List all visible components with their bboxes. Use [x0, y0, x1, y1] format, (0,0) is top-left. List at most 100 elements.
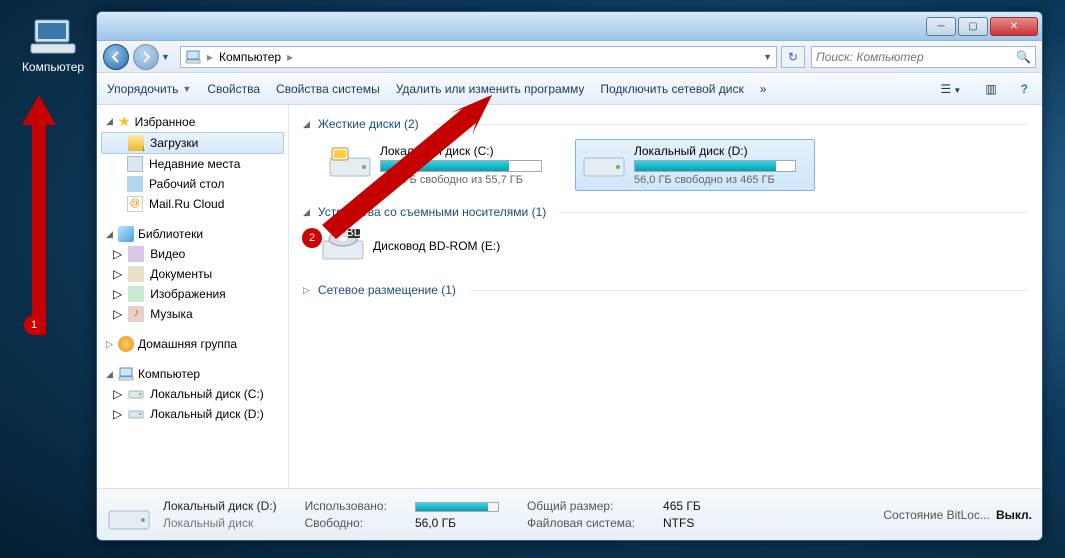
- status-bitlocker-v: Выкл.: [996, 508, 1032, 522]
- sidebar-item-recent[interactable]: Недавние места: [97, 154, 288, 174]
- music-icon: ♪: [128, 306, 144, 322]
- sidebar-item-mailru[interactable]: @Mail.Ru Cloud: [97, 194, 288, 214]
- status-free-v: 56,0 ГБ: [415, 516, 499, 530]
- breadcrumb-sep-icon[interactable]: ▸: [205, 50, 215, 64]
- computer-icon: [118, 366, 134, 382]
- status-total-v: 465 ГБ: [663, 499, 701, 513]
- pane-icon: ▥: [985, 82, 996, 96]
- status-fs-v: NTFS: [663, 516, 701, 530]
- status-bitlocker-k: Состояние BitLoc...: [883, 508, 990, 522]
- organize-button[interactable]: Упорядочить ▼: [107, 82, 191, 96]
- view-icon: ☰: [940, 82, 951, 96]
- section-removable[interactable]: ◢Устройства со съемными носителями (1): [303, 205, 1028, 219]
- drive-icon: [328, 144, 372, 182]
- section-network[interactable]: ▷Сетевое размещение (1): [303, 283, 1028, 297]
- view-options-button[interactable]: ☰ ▼: [936, 80, 965, 98]
- annotation-arrow-1: [22, 95, 56, 335]
- address-bar[interactable]: ▸ Компьютер ▸ ▼: [180, 46, 777, 68]
- recent-icon: [127, 156, 143, 172]
- properties-button[interactable]: Свойства: [207, 82, 260, 96]
- map-network-drive-button[interactable]: Подключить сетевой диск: [600, 82, 743, 96]
- titlebar: ─ ▢ ✕: [97, 12, 1042, 41]
- drive-icon: [128, 386, 144, 402]
- sidebar-item-documents[interactable]: ▷Документы: [97, 264, 288, 284]
- history-dropdown-icon[interactable]: ▼: [161, 52, 170, 62]
- toolbar: Упорядочить ▼ Свойства Свойства системы …: [97, 73, 1042, 105]
- sidebar-item-disk-c[interactable]: ▷Локальный диск (C:): [97, 384, 288, 404]
- chevron-down-icon: ▼: [182, 84, 191, 94]
- annotation-badge-1: 1: [24, 315, 44, 335]
- bdrom-drive[interactable]: BD Дисковод BD-ROM (E:): [321, 227, 1028, 265]
- refresh-button[interactable]: ↻: [781, 46, 805, 68]
- sidebar-item-downloads[interactable]: Загрузки: [101, 132, 284, 154]
- sidebar-favorites[interactable]: ◢★Избранное: [97, 111, 288, 132]
- search-input[interactable]: [816, 50, 1016, 64]
- homegroup-icon: [118, 336, 134, 352]
- documents-icon: [128, 266, 144, 282]
- sidebar-libraries[interactable]: ◢Библиотеки: [97, 224, 288, 244]
- sidebar-homegroup[interactable]: ▷Домашняя группа: [97, 334, 288, 354]
- drive-icon: [582, 144, 626, 182]
- svg-text:BD: BD: [346, 227, 363, 239]
- sidebar-computer[interactable]: ◢Компьютер: [97, 364, 288, 384]
- sidebar-item-music[interactable]: ▷♪Музыка: [97, 304, 288, 324]
- status-used-k: Использовано:: [305, 499, 387, 513]
- help-icon: ?: [1021, 82, 1028, 96]
- drive-sub: 11,0 ГБ свободно из 55,7 ГБ: [380, 174, 542, 186]
- sidebar-item-pictures[interactable]: ▷Изображения: [97, 284, 288, 304]
- desktop-icon: [127, 176, 143, 192]
- status-fs-k: Файловая система:: [527, 516, 635, 530]
- status-name: Локальный диск (D:): [163, 499, 277, 513]
- back-button[interactable]: [103, 44, 129, 70]
- uninstall-program-button[interactable]: Удалить или изменить программу: [396, 82, 585, 96]
- sidebar-item-video[interactable]: ▷Видео: [97, 244, 288, 264]
- usage-bar: [634, 160, 796, 172]
- status-free-k: Свободно:: [305, 516, 387, 530]
- maximize-button[interactable]: ▢: [958, 17, 988, 36]
- star-icon: ★: [118, 113, 131, 130]
- computer-icon: [29, 16, 77, 56]
- status-bar: Локальный диск (D:) Использовано: Общий …: [97, 488, 1042, 540]
- system-properties-button[interactable]: Свойства системы: [276, 82, 380, 96]
- minimize-button[interactable]: ─: [926, 17, 956, 36]
- usage-bar: [380, 160, 542, 172]
- breadcrumb-computer[interactable]: Компьютер: [219, 50, 281, 64]
- sidebar-item-desktop[interactable]: Рабочий стол: [97, 174, 288, 194]
- drive-icon: [107, 495, 151, 535]
- cloud-icon: @: [127, 196, 143, 212]
- annotation-badge-2: 2: [302, 228, 322, 248]
- drive-label: Локальный диск (C:): [380, 144, 542, 158]
- drive-sub: 56,0 ГБ свободно из 465 ГБ: [634, 174, 796, 186]
- sidebar-item-disk-d[interactable]: ▷Локальный диск (D:): [97, 404, 288, 424]
- explorer-window: ─ ▢ ✕ ▼ ▸ Компьютер ▸ ▼ ↻ 🔍 Упорядочить …: [96, 11, 1043, 541]
- libraries-icon: [118, 226, 134, 242]
- refresh-icon: ↻: [788, 50, 798, 64]
- pictures-icon: [128, 286, 144, 302]
- drive-d[interactable]: Локальный диск (D:) 56,0 ГБ свободно из …: [575, 139, 815, 191]
- bdrom-icon: BD: [321, 227, 365, 265]
- toolbar-overflow-button[interactable]: »: [760, 82, 767, 96]
- drive-label: Локальный диск (D:): [634, 144, 796, 158]
- sidebar: ◢★Избранное Загрузки Недавние места Рабо…: [97, 105, 289, 488]
- drive-c[interactable]: Локальный диск (C:) 11,0 ГБ свободно из …: [321, 139, 561, 191]
- preview-pane-button[interactable]: ▥: [981, 80, 1000, 98]
- search-icon[interactable]: 🔍: [1016, 50, 1031, 64]
- status-sub: Локальный диск: [163, 516, 277, 530]
- address-dropdown-icon[interactable]: ▼: [763, 52, 772, 62]
- bdrom-label: Дисковод BD-ROM (E:): [373, 239, 500, 253]
- nav-bar: ▼ ▸ Компьютер ▸ ▼ ↻ 🔍: [97, 41, 1042, 73]
- downloads-icon: [128, 135, 144, 151]
- search-box[interactable]: 🔍: [811, 46, 1036, 68]
- close-button[interactable]: ✕: [990, 17, 1038, 36]
- breadcrumb-sep-icon[interactable]: ▸: [285, 50, 295, 64]
- status-total-k: Общий размер:: [527, 499, 635, 513]
- desktop-computer-label: Компьютер: [18, 60, 88, 74]
- forward-button[interactable]: [133, 44, 159, 70]
- status-used-bar: [415, 499, 499, 513]
- computer-icon: [185, 49, 201, 65]
- drive-icon: [128, 406, 144, 422]
- section-hard-disks[interactable]: ◢Жесткие диски (2): [303, 117, 1028, 131]
- help-button[interactable]: ?: [1017, 80, 1032, 98]
- video-icon: [128, 246, 144, 262]
- desktop-computer-icon[interactable]: Компьютер: [18, 16, 88, 74]
